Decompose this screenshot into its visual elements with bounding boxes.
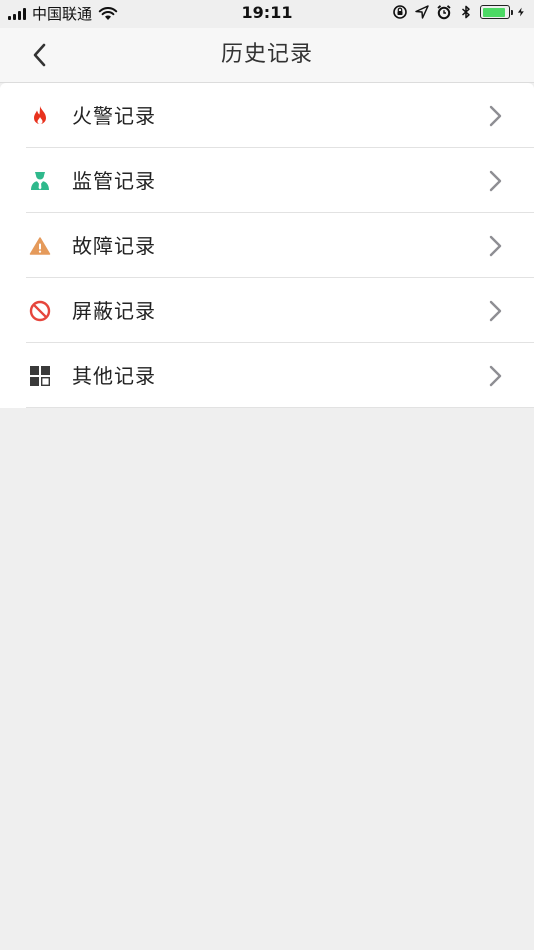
list-item-other-records[interactable]: 其他记录 <box>0 343 534 408</box>
list-item-fault-records[interactable]: 故障记录 <box>0 213 534 278</box>
alarm-icon <box>437 5 451 20</box>
record-menu-list: 火警记录 监管记录 故障记录 屏蔽记录 其他记录 <box>0 83 534 408</box>
list-item-supervision-records[interactable]: 监管记录 <box>0 148 534 213</box>
list-item-shield-records[interactable]: 屏蔽记录 <box>0 278 534 343</box>
prohibited-icon <box>29 300 51 322</box>
list-item-label: 监管记录 <box>72 169 156 193</box>
fire-icon <box>34 106 46 125</box>
chevron-right-icon <box>489 365 502 387</box>
status-bar: 中国联通 19:11 <box>0 0 534 28</box>
navigation-bar: 历史记录 <box>0 28 534 83</box>
page-title: 历史记录 <box>220 42 313 67</box>
battery-icon <box>480 5 513 19</box>
charging-icon <box>517 7 524 17</box>
list-item-label: 其他记录 <box>72 364 156 388</box>
chevron-right-icon <box>489 300 502 322</box>
divider <box>26 407 534 408</box>
status-bar-right <box>392 4 526 20</box>
warning-icon <box>29 237 51 255</box>
list-item-fire-records[interactable]: 火警记录 <box>0 83 534 148</box>
list-item-label: 火警记录 <box>72 104 156 128</box>
list-item-label: 故障记录 <box>72 234 156 258</box>
grid-icon <box>30 366 50 386</box>
bluetooth-icon <box>462 5 470 19</box>
location-icon <box>415 5 429 19</box>
chevron-right-icon <box>489 170 502 192</box>
battery-level <box>482 7 505 17</box>
chevron-right-icon <box>489 235 502 257</box>
supervisor-icon <box>31 172 49 190</box>
list-item-label: 屏蔽记录 <box>72 299 156 323</box>
chevron-right-icon <box>489 105 502 127</box>
orientation-lock-icon <box>393 5 407 19</box>
